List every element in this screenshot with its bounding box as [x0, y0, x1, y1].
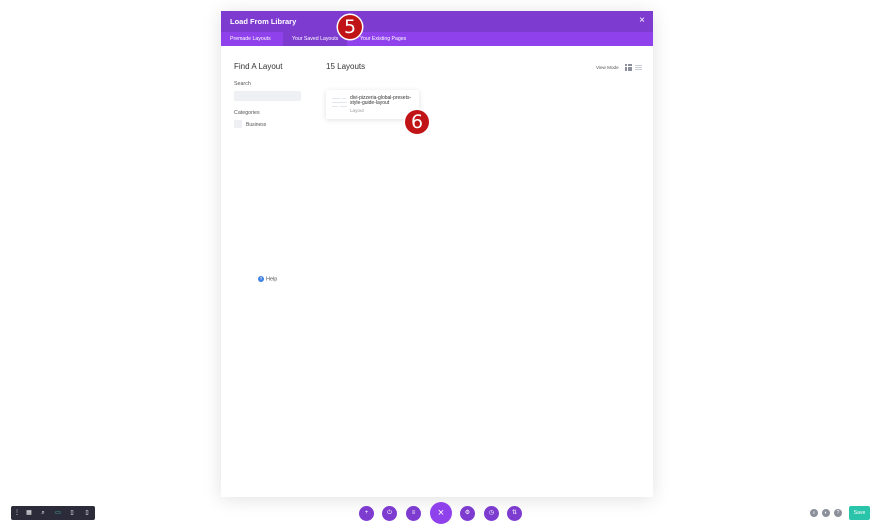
- layout-card[interactable]: divi-pizzeria-global-presets-style-guide…: [326, 90, 419, 119]
- modal-header: Load From Library ×: [221, 11, 653, 32]
- step-5-badge: 5: [338, 15, 362, 39]
- tablet-icon[interactable]: ▯: [66, 506, 78, 520]
- layout-thumbnail: [332, 98, 347, 112]
- desktop-icon[interactable]: ▭: [52, 506, 64, 520]
- phone-icon[interactable]: ▯: [81, 506, 93, 520]
- layers-view-icon[interactable]: ◐: [822, 509, 830, 517]
- search-icon[interactable]: ⌕: [810, 509, 818, 517]
- layouts-count-title: 15 Layouts: [326, 62, 366, 71]
- help-link[interactable]: ? Help: [258, 276, 277, 282]
- layout-name: divi-pizzeria-global-presets-style-guide…: [350, 95, 412, 107]
- help-circle-icon[interactable]: ?: [834, 509, 842, 517]
- add-icon[interactable]: +: [359, 506, 374, 521]
- close-icon[interactable]: ×: [639, 15, 645, 26]
- grid-view-icon[interactable]: [625, 64, 632, 71]
- view-mode-label: View Mode: [596, 65, 619, 70]
- search-label: Search: [234, 81, 251, 87]
- step-6-badge: 6: [405, 110, 429, 134]
- list-view-icon[interactable]: [635, 64, 642, 71]
- help-label: Help: [266, 276, 278, 283]
- zoom-icon[interactable]: ⌕: [37, 506, 49, 520]
- modal-tabs: Premade Layouts Your Saved Layouts Your …: [221, 32, 653, 46]
- find-layout-title: Find A Layout: [234, 62, 283, 71]
- categories-label: Categories: [234, 110, 260, 116]
- save-button[interactable]: Save: [849, 506, 870, 520]
- search-input[interactable]: [234, 91, 301, 101]
- modal-title: Load From Library: [230, 17, 297, 26]
- tab-your-saved-layouts[interactable]: Your Saved Layouts: [283, 32, 348, 46]
- category-checkbox-business[interactable]: [234, 120, 242, 128]
- layout-type: Layout: [350, 108, 364, 113]
- close-builder-icon[interactable]: ×: [430, 502, 452, 524]
- category-label-business: Business: [246, 122, 267, 128]
- view-toolbar: ⋮ ▦ ⌕ ▭ ▯ ▯: [11, 506, 95, 520]
- load-from-library-modal: Load From Library × Premade Layouts Your…: [221, 11, 653, 497]
- layers-icon[interactable]: ≡: [406, 506, 421, 521]
- tab-your-existing-pages[interactable]: Your Existing Pages: [351, 32, 415, 46]
- wireframe-icon[interactable]: ▦: [23, 506, 35, 520]
- settings-icon[interactable]: ⚙: [460, 506, 475, 521]
- more-icon[interactable]: ⋮: [11, 506, 23, 520]
- tab-premade-layouts[interactable]: Premade Layouts: [221, 32, 280, 46]
- help-icon: ?: [258, 276, 264, 282]
- portability-icon[interactable]: ⇅: [507, 506, 522, 521]
- power-icon[interactable]: ⏻: [382, 506, 397, 521]
- history-icon[interactable]: ◷: [484, 506, 499, 521]
